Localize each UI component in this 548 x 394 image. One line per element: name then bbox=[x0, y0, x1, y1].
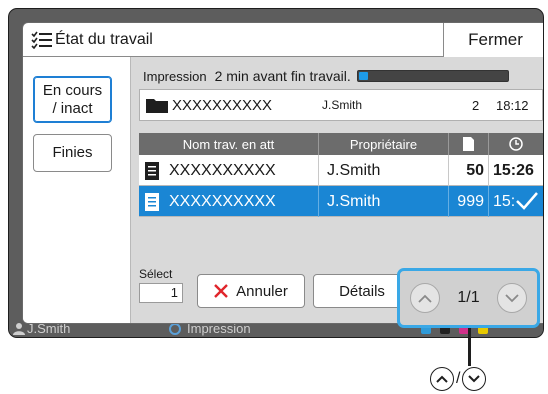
user-icon bbox=[13, 323, 25, 335]
copies-header-icon bbox=[463, 137, 474, 151]
row-owner: J.Smith bbox=[327, 155, 449, 186]
page-down-button[interactable] bbox=[497, 283, 527, 313]
close-button[interactable]: Fermer bbox=[443, 23, 543, 57]
selected-count-panel: Sélect 1 bbox=[139, 267, 183, 303]
callout-line bbox=[468, 328, 471, 366]
legend-down-icon bbox=[462, 367, 487, 391]
header-owner: Propriétaire bbox=[319, 133, 449, 155]
document-icon bbox=[145, 192, 159, 211]
tab-in-progress-line2: / inact bbox=[52, 99, 93, 117]
chevron-up-icon bbox=[418, 294, 432, 303]
legend-separator: / bbox=[456, 370, 461, 387]
row-job-name: XXXXXXXXXX bbox=[169, 155, 319, 186]
current-job-copies: 2 bbox=[472, 97, 480, 113]
current-job-owner: J.Smith bbox=[322, 98, 363, 112]
page-indicator: 1/1 bbox=[457, 289, 480, 306]
tab-in-progress[interactable]: En cours / inact bbox=[33, 76, 112, 123]
tab-finished[interactable]: Finies bbox=[33, 134, 112, 172]
row-time: 15:26 bbox=[493, 161, 534, 179]
selected-count: 1 bbox=[139, 283, 183, 303]
current-job-row: XXXXXXXXXX J.Smith 2 18:12 bbox=[139, 89, 543, 121]
table-row-selected[interactable]: XXXXXXXXXX J.Smith 999 15: bbox=[139, 186, 543, 217]
print-progress-bar bbox=[356, 70, 509, 82]
header-job-name: Nom trav. en att bbox=[139, 133, 319, 155]
legend-up-icon bbox=[430, 367, 454, 391]
chevron-down-icon bbox=[505, 293, 519, 302]
details-label: Détails bbox=[339, 282, 385, 300]
row-copies: 999 bbox=[449, 186, 489, 217]
table-row[interactable]: XXXXXXXXXX J.Smith 50 15:26 bbox=[139, 155, 543, 186]
job-queue-table: Nom trav. en att Propriétaire XXXXXXXXXX… bbox=[139, 133, 543, 217]
document-icon bbox=[145, 161, 159, 180]
cancel-label: Annuler bbox=[236, 282, 288, 300]
print-progress-fill bbox=[358, 72, 368, 80]
checkmark-icon bbox=[516, 192, 538, 210]
window-title: État du travail bbox=[55, 30, 153, 48]
row-time: 15: bbox=[493, 192, 516, 210]
page-up-button[interactable] bbox=[410, 283, 440, 313]
current-job-panel: Impression 2 min avant fin travail. XXXX bbox=[139, 65, 543, 125]
job-list-icon bbox=[31, 31, 52, 49]
current-job-status-text: 2 min avant fin travail. bbox=[214, 68, 351, 84]
clock-icon bbox=[509, 137, 523, 151]
chevron-up-icon bbox=[436, 375, 448, 383]
row-owner: J.Smith bbox=[327, 186, 449, 217]
cancel-button[interactable]: Annuler bbox=[197, 274, 305, 308]
current-job-name: XXXXXXXXXX bbox=[172, 96, 273, 114]
print-mode-icon bbox=[169, 322, 181, 335]
tab-in-progress-line1: En cours bbox=[42, 81, 103, 99]
title-bar: État du travail Fermer bbox=[23, 23, 543, 57]
table-header: Nom trav. en att Propriétaire bbox=[139, 133, 543, 155]
folder-icon bbox=[146, 99, 168, 113]
current-job-time: 18:12 bbox=[496, 97, 529, 113]
chevron-down-icon bbox=[468, 375, 481, 383]
pager-highlight: 1/1 bbox=[397, 268, 540, 328]
row-copies: 50 bbox=[449, 155, 489, 186]
callout-legend: / bbox=[430, 367, 487, 391]
row-job-name: XXXXXXXXXX bbox=[169, 186, 319, 217]
tab-column: En cours / inact Finies bbox=[23, 57, 130, 323]
current-job-status-label: Impression bbox=[143, 68, 207, 84]
select-label: Sélect bbox=[139, 267, 173, 281]
cancel-x-icon bbox=[214, 284, 228, 298]
